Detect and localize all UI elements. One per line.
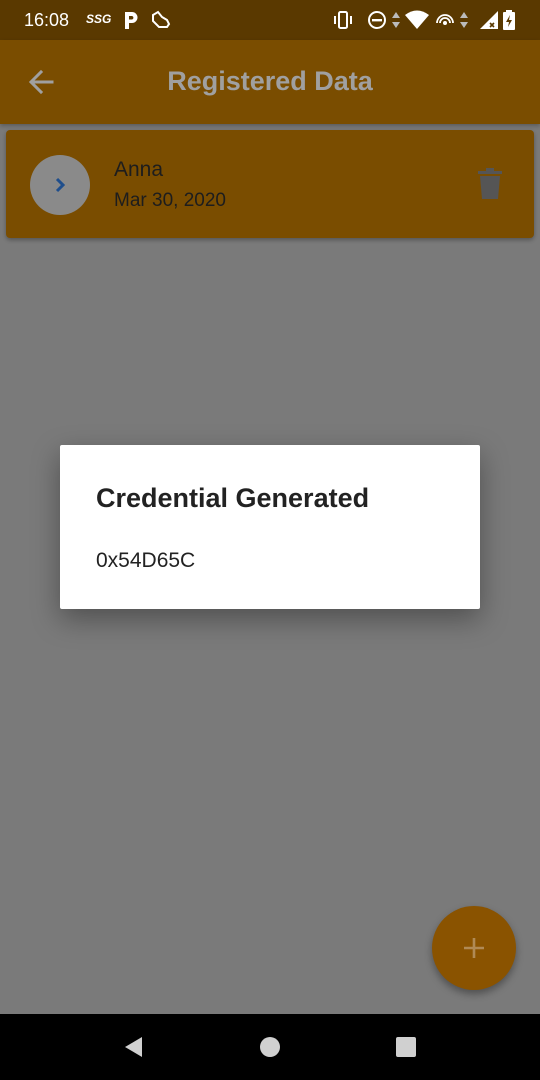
app-bar: Registered Data — [0, 40, 540, 124]
vibrate-icon — [334, 11, 352, 29]
status-time: 16:08 — [24, 10, 70, 30]
wifi-icon — [405, 10, 429, 29]
dialog-title: Credential Generated — [96, 483, 370, 513]
credential-dialog: Credential Generated 0x54D65C — [60, 445, 480, 609]
shoe-icon — [152, 10, 171, 28]
recents-square-icon[interactable] — [394, 1035, 418, 1059]
plus-icon — [464, 938, 484, 958]
status-bar: 16:08 SSG — [0, 0, 540, 40]
page-title: Registered Data — [167, 66, 373, 96]
list-item[interactable]: Anna Mar 30, 2020 — [6, 130, 534, 238]
signal-arrows-icon — [460, 12, 468, 28]
status-carrier: SSG — [86, 12, 112, 26]
list-item-date: Mar 30, 2020 — [114, 190, 226, 211]
do-not-disturb-icon — [368, 11, 386, 29]
chevron-right-icon — [55, 177, 66, 193]
back-triangle-icon[interactable] — [122, 1035, 146, 1059]
battery-charging-icon — [503, 10, 515, 30]
navigation-bar — [0, 1014, 540, 1080]
add-button[interactable] — [432, 906, 516, 990]
home-circle-icon[interactable] — [258, 1035, 282, 1059]
data-arrows-icon — [392, 12, 400, 28]
avatar — [30, 155, 90, 215]
signal-icon — [480, 11, 498, 29]
list-item-name: Anna — [114, 158, 164, 181]
parking-icon — [125, 12, 138, 29]
trash-icon[interactable] — [476, 168, 504, 200]
hotspot-icon — [436, 14, 454, 25]
dialog-body: 0x54D65C — [96, 549, 196, 572]
